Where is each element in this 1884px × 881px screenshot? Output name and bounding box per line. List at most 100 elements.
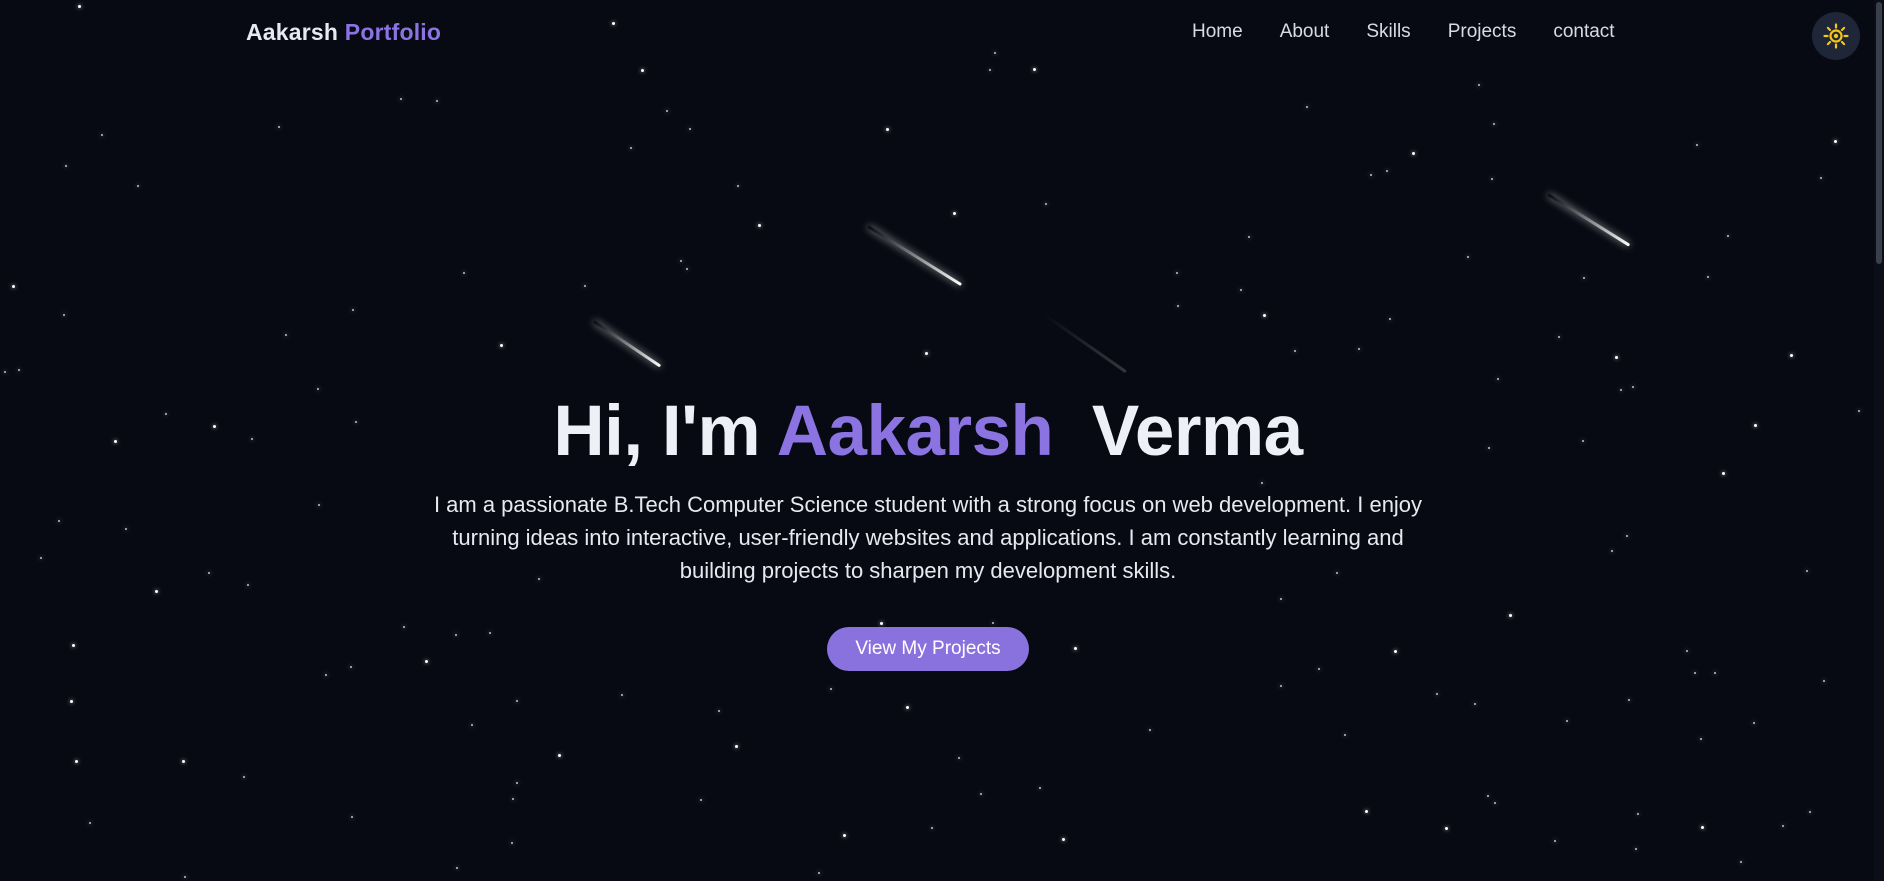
star — [958, 757, 960, 759]
star — [1358, 348, 1360, 350]
star — [830, 688, 832, 690]
star — [278, 126, 280, 128]
star — [182, 760, 185, 763]
star — [689, 128, 691, 130]
navbar: Aakarsh Portfolio Home About Skills Proj… — [0, 0, 1884, 66]
theme-toggle-button[interactable] — [1812, 12, 1860, 60]
star — [818, 872, 820, 874]
star — [906, 706, 909, 709]
nav-link-contact[interactable]: contact — [1553, 21, 1614, 43]
star — [1727, 235, 1729, 237]
star — [1445, 827, 1448, 830]
star — [1696, 144, 1698, 146]
star — [1062, 838, 1065, 841]
star — [1306, 106, 1308, 108]
star — [1834, 140, 1837, 143]
star — [1823, 680, 1825, 682]
star — [65, 165, 67, 167]
star — [1344, 734, 1346, 736]
star — [843, 834, 846, 837]
star — [1280, 685, 1282, 687]
star — [1436, 693, 1438, 695]
star — [735, 745, 738, 748]
star — [1740, 861, 1742, 863]
star — [953, 212, 956, 215]
star — [758, 224, 761, 227]
star — [641, 69, 644, 72]
star — [686, 268, 688, 270]
star — [18, 369, 20, 371]
hero-first-name: Aakarsh — [776, 392, 1054, 471]
star — [1491, 178, 1493, 180]
sun-icon — [1823, 23, 1849, 49]
star — [1753, 722, 1755, 724]
star — [512, 798, 514, 800]
page-scrollbar[interactable] — [1874, 0, 1884, 881]
star — [1177, 305, 1179, 307]
star — [516, 700, 518, 702]
star — [75, 760, 78, 763]
star — [1248, 236, 1250, 238]
star — [1478, 84, 1480, 86]
scrollbar-thumb[interactable] — [1876, 2, 1882, 264]
star — [980, 793, 982, 795]
star — [1045, 203, 1047, 205]
star — [1628, 699, 1630, 701]
star — [500, 344, 503, 347]
star — [1493, 123, 1495, 125]
star — [925, 352, 928, 355]
star — [12, 285, 15, 288]
star — [89, 822, 91, 824]
star — [436, 100, 438, 102]
star — [1554, 840, 1556, 842]
star — [1176, 272, 1178, 274]
hero-title: Hi, I'm Aakarsh Verma — [0, 388, 1856, 476]
hero-section: Hi, I'm Aakarsh Verma I am a passionate … — [0, 388, 1856, 671]
star — [1412, 152, 1415, 155]
star — [1558, 336, 1560, 338]
star — [285, 334, 287, 336]
nav-link-home[interactable]: Home — [1192, 21, 1243, 43]
star — [1566, 720, 1568, 722]
star — [101, 134, 103, 136]
nav-link-about[interactable]: About — [1280, 21, 1330, 43]
brand-second-word: Portfolio — [344, 19, 442, 45]
star — [621, 694, 623, 696]
star — [1386, 170, 1388, 172]
star — [1790, 354, 1793, 357]
hero-last-name: Verma — [1091, 392, 1303, 471]
nav-link-skills[interactable]: Skills — [1366, 21, 1410, 43]
star — [70, 700, 73, 703]
star — [456, 867, 458, 869]
star — [1637, 813, 1639, 815]
star — [700, 799, 702, 801]
star — [630, 147, 632, 149]
star — [1467, 256, 1469, 258]
star — [1149, 729, 1151, 731]
star — [1782, 825, 1784, 827]
page: Aakarsh Portfolio Home About Skills Proj… — [0, 0, 1884, 881]
star — [1714, 672, 1716, 674]
hero-greeting: Hi, I'm — [553, 392, 761, 471]
star — [243, 776, 245, 778]
star — [516, 782, 518, 784]
star — [1809, 811, 1811, 813]
star — [1700, 738, 1702, 740]
brand-first-word: Aakarsh — [246, 19, 339, 45]
star — [1707, 276, 1709, 278]
star — [1039, 787, 1041, 789]
star — [352, 309, 354, 311]
star — [1583, 277, 1585, 279]
star — [989, 69, 991, 71]
view-projects-button[interactable]: View My Projects — [827, 627, 1029, 671]
star — [1635, 848, 1637, 850]
star — [558, 754, 561, 757]
star — [325, 674, 327, 676]
nav-link-projects[interactable]: Projects — [1448, 21, 1517, 43]
brand-logo[interactable]: Aakarsh Portfolio — [246, 19, 441, 46]
star — [1858, 410, 1860, 412]
star — [137, 185, 139, 187]
star — [184, 876, 186, 878]
star — [511, 842, 513, 844]
star — [584, 285, 586, 287]
